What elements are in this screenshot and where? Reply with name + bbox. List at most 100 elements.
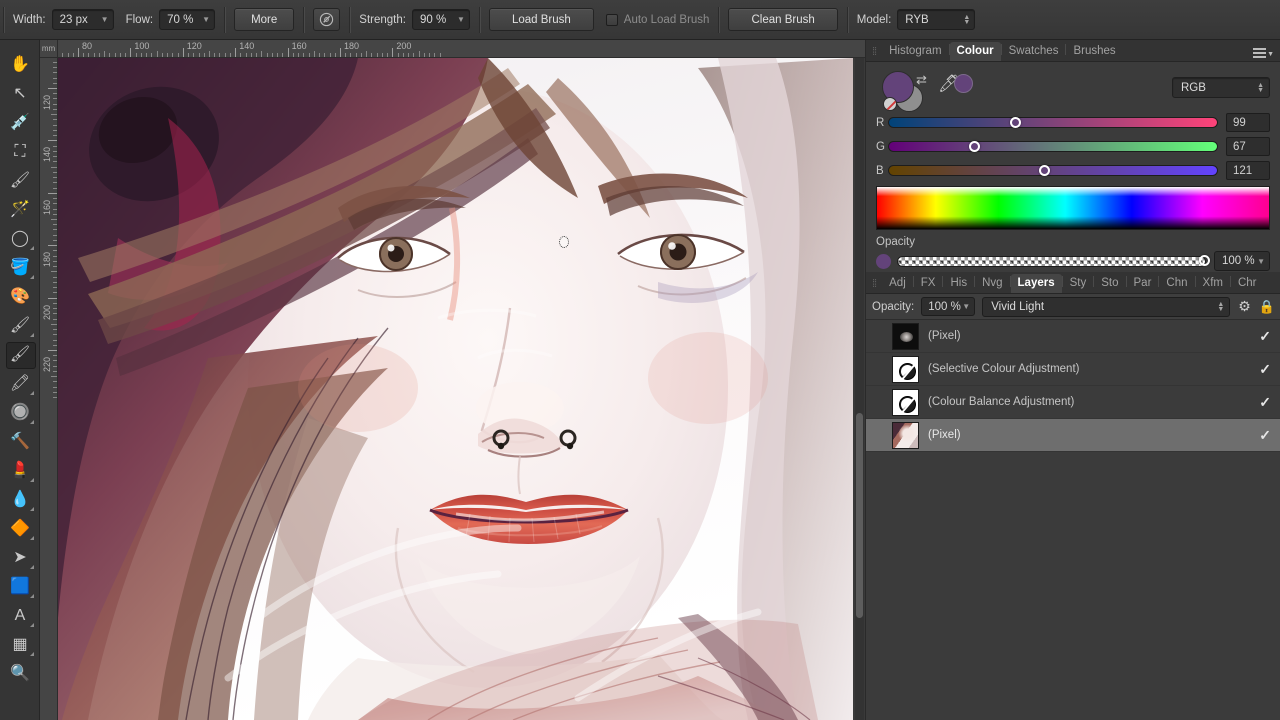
ruler-minor-tick — [53, 386, 57, 388]
swap-colours-icon[interactable]: ⇄ — [916, 72, 927, 88]
layer-thumbnail[interactable] — [892, 322, 919, 350]
gear-icon[interactable]: ⚙ — [1238, 298, 1251, 315]
strength-value: 90 % — [419, 13, 447, 26]
tab-nvg[interactable]: Nvg — [975, 274, 1009, 293]
tab-fx[interactable]: FX — [914, 274, 943, 293]
stepper-icon[interactable]: ▲ ▼ — [1217, 301, 1224, 313]
layer-thumbnail[interactable] — [892, 355, 919, 383]
channel-value-g[interactable]: 67 — [1226, 137, 1270, 156]
clone-brush-tool[interactable]: 🔨 — [0, 427, 40, 456]
ruler-minor-tick — [53, 150, 57, 152]
tool-group-indicator-icon — [30, 275, 34, 279]
load-brush-button[interactable]: Load Brush — [488, 8, 594, 31]
channel-slider-knob[interactable] — [1010, 116, 1022, 128]
tab-his[interactable]: His — [943, 274, 974, 293]
model-select[interactable]: RYB ▲ ▼ — [897, 9, 976, 30]
panel-grip-icon[interactable]: ⁞⁞ — [868, 278, 882, 293]
layer-visibility-checkbox[interactable]: ✓ — [1259, 328, 1271, 345]
strength-label: Strength: — [359, 13, 406, 26]
layer-row[interactable]: (Selective Colour Adjustment) ✓ — [866, 353, 1280, 386]
no-colour-swatch[interactable] — [883, 97, 897, 111]
tab-sto[interactable]: Sto — [1094, 274, 1125, 293]
layer-visibility-checkbox[interactable]: ✓ — [1259, 394, 1271, 411]
freehand-selection-tool[interactable]: ◯ — [0, 224, 40, 253]
tab-brushes[interactable]: Brushes — [1066, 42, 1122, 61]
erase-brush-tool[interactable]: 🖍 — [0, 369, 40, 398]
panel-grip-icon[interactable]: ⁞⁞ — [868, 46, 882, 61]
clean-brush-button[interactable]: Clean Brush — [728, 8, 838, 31]
colour-picker-tool[interactable]: 💉 — [0, 108, 40, 137]
mixer-brush-tool[interactable]: 🖌 — [0, 340, 40, 369]
blur-brush-tool[interactable]: 💧 — [0, 485, 40, 514]
blend-mode-select[interactable]: Vivid Light ▲ ▼ — [982, 296, 1231, 317]
flood-fill-tool[interactable]: 🪣 — [0, 253, 40, 282]
layer-thumbnail[interactable] — [892, 388, 919, 416]
scrollbar-thumb[interactable] — [856, 413, 863, 618]
layer-opacity-field[interactable]: 100 % ▼ — [921, 297, 976, 316]
tab-par[interactable]: Par — [1127, 274, 1159, 293]
layer-visibility-checkbox[interactable]: ✓ — [1259, 361, 1271, 378]
layer-row[interactable]: (Pixel) ✓ — [866, 419, 1280, 452]
channel-slider-knob[interactable] — [969, 140, 981, 152]
layer-opacity-value: 100 % — [928, 300, 961, 313]
colour-spectrum-picker[interactable] — [876, 186, 1270, 230]
opacity-slider-track[interactable] — [897, 255, 1210, 267]
panel-menu-button[interactable]: ▼ — [1253, 48, 1274, 58]
canvas-vertical-scrollbar[interactable] — [855, 58, 864, 720]
smudge-brush-icon: 💄 — [10, 461, 30, 479]
paint-mixer-brush-tool[interactable]: 🎨 — [0, 282, 40, 311]
layer-visibility-checkbox[interactable]: ✓ — [1259, 427, 1271, 444]
layer-row[interactable]: (Colour Balance Adjustment) ✓ — [866, 386, 1280, 419]
view-pan-tool[interactable]: ✋ — [0, 50, 40, 79]
lock-icon[interactable]: 🔒 — [1259, 299, 1275, 315]
selection-brush-tool[interactable]: 🖌 — [0, 166, 40, 195]
tab-swatches[interactable]: Swatches — [1002, 42, 1066, 61]
channel-slider-knob[interactable] — [1038, 164, 1050, 176]
brush-target-icon-button[interactable] — [313, 8, 341, 31]
paint-brush-tool[interactable]: 🖌 — [0, 311, 40, 340]
flow-input[interactable]: 70 % ▼ — [159, 9, 216, 30]
channel-slider-r[interactable] — [888, 116, 1218, 128]
tab-histogram[interactable]: Histogram — [882, 42, 948, 61]
channel-slider-b[interactable] — [888, 164, 1218, 176]
opacity-slider-knob[interactable] — [1199, 255, 1210, 266]
crop-tool[interactable]: ⛶ — [0, 137, 40, 166]
width-input[interactable]: 23 px ▼ — [51, 9, 114, 30]
channel-slider-g[interactable] — [888, 140, 1218, 152]
smudge-brush-tool[interactable]: 💄 — [0, 456, 40, 485]
zoom-tool[interactable]: 🔍 — [0, 659, 40, 688]
ruler-label: 120 — [42, 94, 52, 110]
tab-colour[interactable]: Colour — [949, 42, 1001, 61]
gradient-tool[interactable]: 🔶 — [0, 514, 40, 543]
stepper-icon[interactable]: ▲ ▼ — [1257, 82, 1264, 94]
artwork-document[interactable] — [58, 58, 853, 720]
channel-value-b[interactable]: 121 — [1226, 161, 1270, 180]
layer-row[interactable]: (Pixel) ✓ — [866, 320, 1280, 353]
tab-chr[interactable]: Chr — [1231, 274, 1264, 293]
dodge-brush-tool[interactable]: 🔘 — [0, 398, 40, 427]
ruler-minor-tick — [83, 53, 85, 57]
tab-chn[interactable]: Chn — [1159, 274, 1194, 293]
strength-input[interactable]: 90 % ▼ — [411, 9, 470, 30]
tab-sty[interactable]: Sty — [1063, 274, 1094, 293]
tab-layers[interactable]: Layers — [1010, 274, 1062, 293]
opacity-value-field[interactable]: 100 % ▼ — [1214, 251, 1270, 271]
node-tool[interactable]: ➤ — [0, 543, 40, 572]
mesh-warp-tool[interactable]: ▦ — [0, 630, 40, 659]
tab-adj[interactable]: Adj — [882, 274, 913, 293]
layer-thumbnail[interactable] — [892, 421, 919, 449]
toolbar-divider — [3, 6, 4, 33]
move-tool[interactable]: ↖ — [0, 79, 40, 108]
auto-load-brush-checkbox[interactable] — [605, 13, 618, 26]
more-button[interactable]: More — [234, 8, 295, 31]
rectangle-shape-tool[interactable]: 🟦 — [0, 572, 40, 601]
channel-value-r[interactable]: 99 — [1226, 113, 1270, 132]
text-tool[interactable]: A — [0, 601, 40, 630]
auto-load-brush-group: Auto Load Brush — [600, 0, 716, 40]
colour-model-select[interactable]: RGB ▲ ▼ — [1172, 77, 1270, 98]
flood-select-tool[interactable]: 🪄 — [0, 195, 40, 224]
tab-xfm[interactable]: Xfm — [1196, 274, 1230, 293]
vertical-ruler[interactable]: 120 140 160 180 200 220 — [40, 58, 58, 720]
stepper-icon[interactable]: ▲ ▼ — [963, 14, 970, 26]
canvas-viewport[interactable] — [58, 58, 853, 720]
